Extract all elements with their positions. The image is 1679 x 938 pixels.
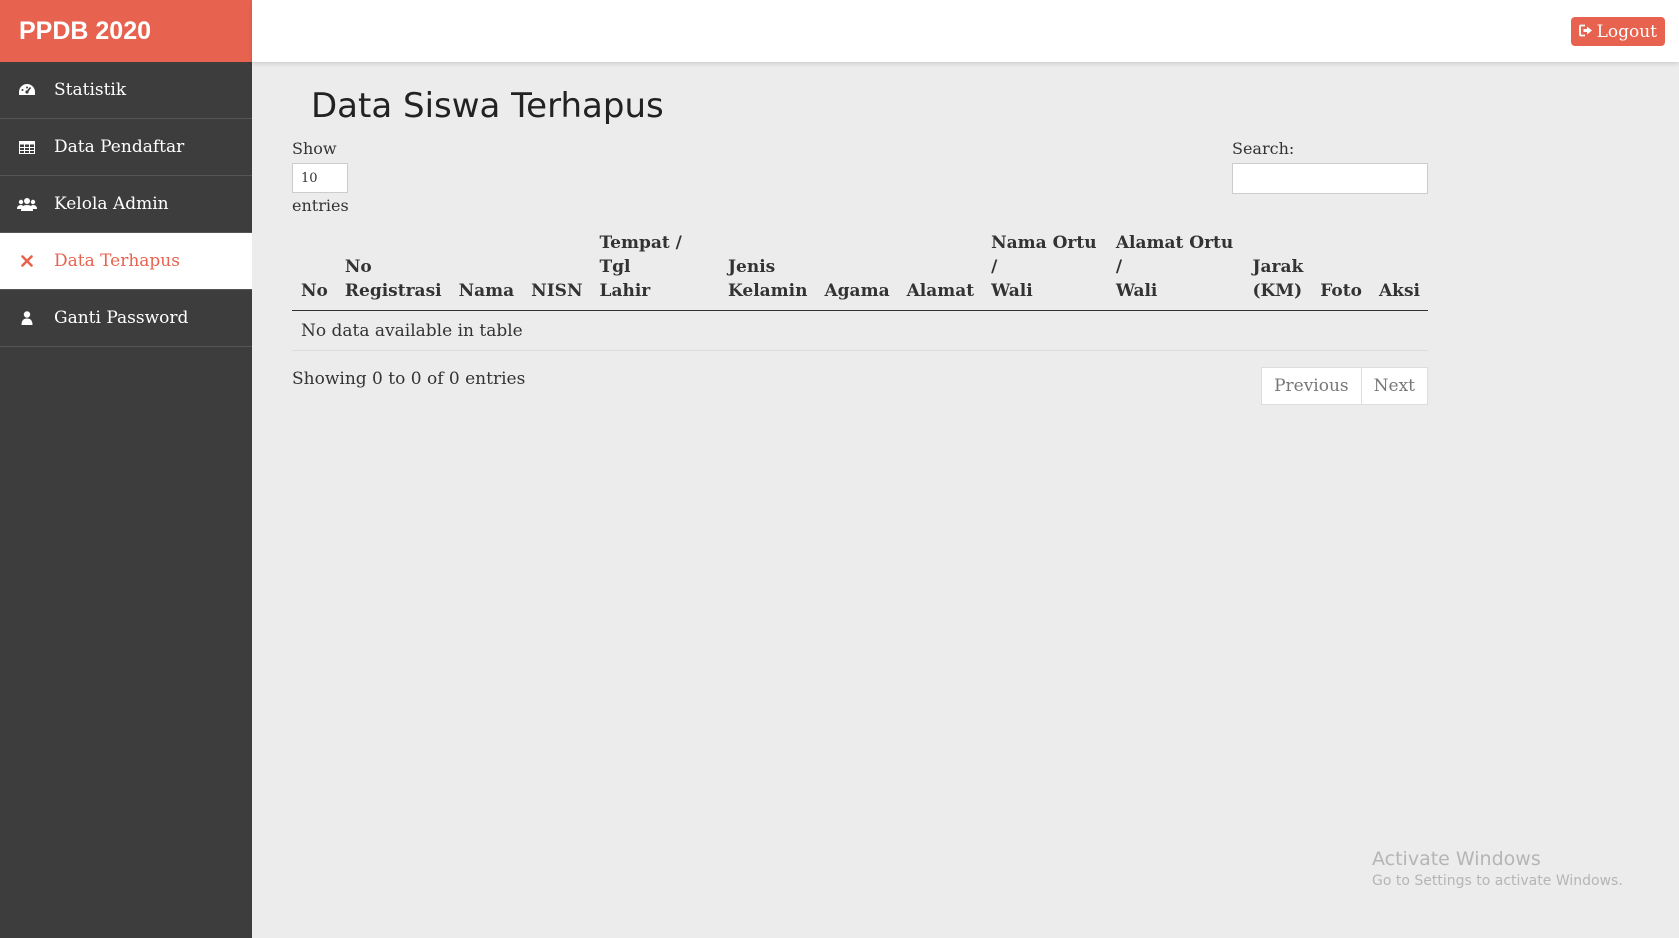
column-header-line2: Wali	[1115, 281, 1158, 301]
column-header[interactable]: Agama	[815, 223, 898, 311]
column-header[interactable]: Alamat	[897, 223, 983, 311]
close-icon	[0, 255, 54, 267]
sign-out-icon	[1578, 22, 1593, 42]
table-icon	[0, 140, 54, 154]
column-header-line2: No	[301, 281, 328, 301]
sidebar: PPDB 2020 Statistik Data Pendaftar Kelol…	[0, 0, 252, 938]
entries-label: entries	[292, 196, 349, 215]
column-header-line2: Registrasi	[344, 281, 442, 301]
column-header[interactable]: Foto	[1311, 223, 1370, 311]
column-header-line1: Nama Ortu /	[991, 233, 1097, 277]
column-header[interactable]: NISN	[522, 223, 591, 311]
sidebar-item-label: Data Terhapus	[54, 251, 180, 271]
column-header-line1	[459, 255, 515, 279]
column-header-line1	[1379, 255, 1420, 279]
sidebar-item-label: Kelola Admin	[54, 194, 169, 214]
show-label: Show	[292, 139, 337, 158]
column-header-line2: Wali	[991, 281, 1033, 301]
table-info: Showing 0 to 0 of 0 entries	[292, 369, 526, 389]
search-control: Search:	[1232, 138, 1428, 194]
sidebar-item-kelola-admin[interactable]: Kelola Admin	[0, 176, 252, 233]
page-title: Data Siswa Terhapus	[311, 86, 664, 126]
table-header-row: No No Registrasi Nama NISN Tempat / Tgl Lahi…	[292, 223, 1428, 311]
column-header-line2: Aksi	[1378, 281, 1420, 301]
column-header-line2: Kelamin	[727, 281, 808, 301]
activate-windows-watermark: Activate Windows Go to Settings to activ…	[1372, 848, 1623, 889]
column-header-line1: Jarak	[1252, 257, 1304, 277]
sidebar-item-data-pendaftar[interactable]: Data Pendaftar	[0, 119, 252, 176]
search-input[interactable]	[1232, 163, 1428, 194]
sidebar-item-label: Statistik	[54, 80, 127, 100]
sidebar-item-ganti-password[interactable]: Ganti Password	[0, 290, 252, 347]
logout-button[interactable]: Logout	[1570, 17, 1665, 46]
length-control: Show 10 entries	[292, 138, 349, 217]
entries-length-value: 10	[301, 170, 318, 186]
users-icon	[0, 197, 54, 211]
data-table: No No Registrasi Nama NISN Tempat / Tgl Lahi…	[292, 223, 1428, 351]
column-header[interactable]: Alamat Ortu / Wali	[1106, 223, 1244, 311]
watermark-subtitle: Go to Settings to activate Windows.	[1372, 873, 1623, 889]
entries-length-select[interactable]: 10	[292, 163, 348, 193]
column-header[interactable]: Nama Ortu / Wali	[982, 223, 1107, 311]
column-header-line1	[301, 255, 328, 279]
column-header[interactable]: Nama	[449, 223, 523, 311]
previous-button[interactable]: Previous	[1261, 367, 1362, 405]
column-header-line1: Tempat / Tgl	[599, 233, 682, 277]
sidebar-item-data-terhapus[interactable]: Data Terhapus	[0, 233, 252, 290]
column-header-line2: Nama	[458, 281, 515, 301]
next-button[interactable]: Next	[1361, 367, 1428, 405]
column-header[interactable]: Jarak (KM)	[1243, 223, 1312, 311]
column-header-line1	[531, 255, 582, 279]
table-controls: Show 10 entries Search:	[292, 138, 1428, 223]
empty-table-message: No data available in table	[292, 310, 1428, 351]
column-header-line2: Agama	[824, 281, 890, 301]
column-header[interactable]: No Registrasi	[335, 223, 450, 311]
column-header[interactable]: Jenis Kelamin	[718, 223, 816, 311]
table-footer: Showing 0 to 0 of 0 entries Previous Nex…	[292, 367, 1428, 427]
column-header[interactable]: Aksi	[1369, 223, 1428, 311]
sidebar-item-label: Ganti Password	[54, 308, 189, 328]
column-header-line2: Lahir	[599, 281, 651, 301]
user-icon	[0, 311, 54, 325]
column-header-line1: Jenis	[727, 257, 776, 277]
sidebar-item-statistik[interactable]: Statistik	[0, 62, 252, 119]
column-header-line1: No	[344, 257, 372, 277]
sidebar-item-label: Data Pendaftar	[54, 137, 185, 157]
top-bar: Logout	[252, 0, 1679, 62]
table-row: No data available in table	[292, 310, 1428, 351]
logout-label: Logout	[1596, 21, 1657, 42]
column-header-line2: (KM)	[1252, 281, 1303, 301]
column-header-line1	[824, 255, 889, 279]
column-header[interactable]: Tempat / Tgl Lahir	[590, 223, 719, 311]
column-header-line2: Alamat	[906, 281, 975, 301]
column-header[interactable]: No	[292, 223, 336, 311]
column-header-line1	[907, 255, 975, 279]
column-header-line1: Alamat Ortu /	[1115, 233, 1234, 277]
dashboard-icon	[0, 83, 54, 97]
column-header-line2: Foto	[1320, 281, 1362, 301]
brand-logo[interactable]: PPDB 2020	[0, 0, 252, 62]
main-content: Data Siswa Terhapus Show 10 entries Sear…	[292, 62, 1428, 427]
column-header-line1	[1320, 255, 1362, 279]
search-label: Search:	[1232, 139, 1295, 158]
column-header-line2: NISN	[531, 281, 583, 301]
watermark-title: Activate Windows	[1372, 848, 1541, 870]
pagination: Previous Next	[1261, 367, 1428, 405]
